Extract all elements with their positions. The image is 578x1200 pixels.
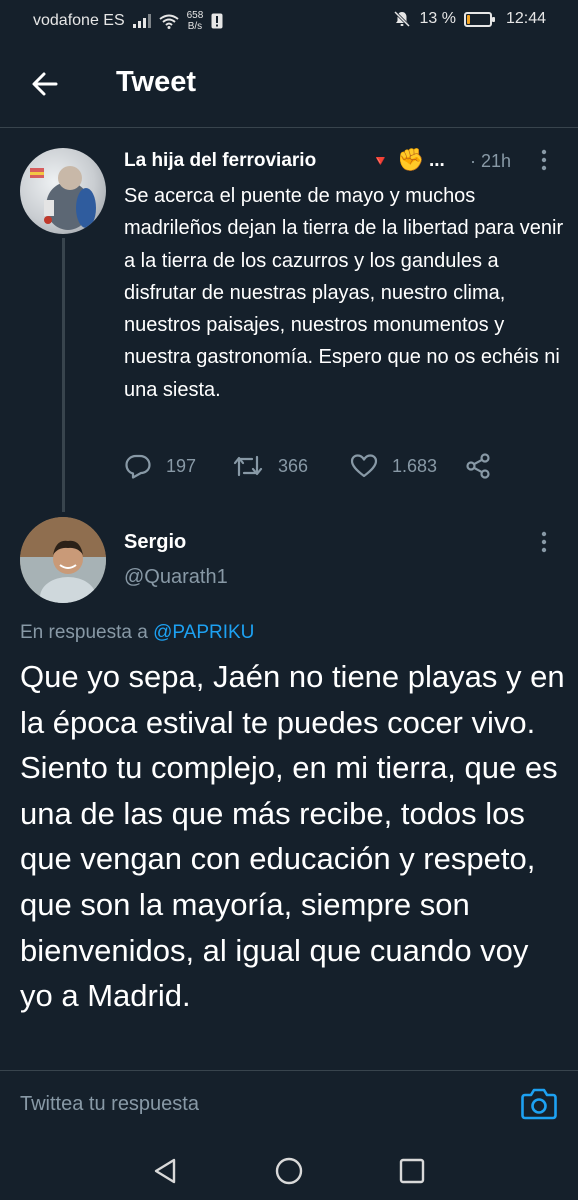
net-speed: 658 B/s [187,10,204,32]
camera-button[interactable] [520,1086,558,1122]
circle-home-icon [275,1157,303,1185]
tweet-text: Se acerca el puente de mayo y muchos mad… [124,185,564,401]
page-title: Tweet [116,66,197,98]
top-bar: Tweet [0,48,578,128]
reply-target-link[interactable]: @PAPRIKU [153,622,254,643]
reply-button[interactable]: 197 [124,448,196,484]
net-speed-value: 658 [186,10,204,21]
more-options-button[interactable] [536,148,552,172]
battery-level [466,14,470,24]
alert-icon [211,13,223,29]
author-handle[interactable]: @Quarath1 [124,566,228,589]
back-button[interactable] [26,64,66,104]
raised-fist-emoji: ✊ [397,147,425,172]
more-vertical-icon [541,531,547,553]
reply-prefix: En respuesta a [20,622,148,643]
share-button[interactable] [464,448,492,484]
like-count: 1.683 [392,455,438,476]
share-icon [466,453,490,479]
heart-icon [350,454,378,478]
avatar[interactable] [20,148,106,234]
triangle-back-icon [154,1158,176,1184]
back-arrow-icon [32,72,58,96]
tweet-time[interactable]: · 21h [470,151,511,172]
avatar-image [20,517,106,603]
retweet-icon [233,455,263,477]
system-nav-bar [0,1142,578,1200]
author-name[interactable]: La hija del ferroviario [124,150,316,172]
status-bar: vodafone ES 658 B/s 13 % 12:44 [0,0,578,40]
more-options-button[interactable] [536,530,552,554]
tweet-text: Que yo sepa, Jaén no tiene playas y en l… [20,659,565,1014]
square-recents-icon [399,1158,425,1184]
clock: 12:44 [505,10,546,27]
author-name[interactable]: Sergio [124,531,186,554]
reply-count: 197 [166,455,197,476]
name-ellipsis: ... [429,150,445,171]
mute-icon [394,10,411,28]
thread-line [62,238,65,512]
reply-context: En respuesta a @PAPRIKU [20,622,254,644]
battery-percent: 13 % [419,10,456,27]
like-button[interactable]: 1.683 [350,448,437,484]
avatar-image [30,166,96,230]
red-triangle-emoji: 🔻 [371,153,390,170]
reply-icon [125,454,151,479]
battery-icon [463,11,495,27]
carrier-label: vodafone ES [33,12,125,29]
more-vertical-icon [541,149,547,171]
reply-composer: Twittea tu respuesta [0,1070,578,1142]
tweet-actions: 197 366 1.683 [124,448,504,484]
nav-back-button[interactable] [151,1156,181,1186]
retweet-count: 366 [278,455,309,476]
nav-recents-button[interactable] [397,1156,427,1186]
avatar[interactable] [20,517,106,603]
nav-home-button[interactable] [274,1156,304,1186]
retweet-button[interactable]: 366 [232,448,308,484]
camera-icon [521,1088,557,1120]
net-speed-unit: B/s [187,21,203,32]
signal-icon [132,14,151,28]
wifi-icon [159,14,179,29]
reply-input[interactable]: Twittea tu respuesta [20,1093,199,1116]
